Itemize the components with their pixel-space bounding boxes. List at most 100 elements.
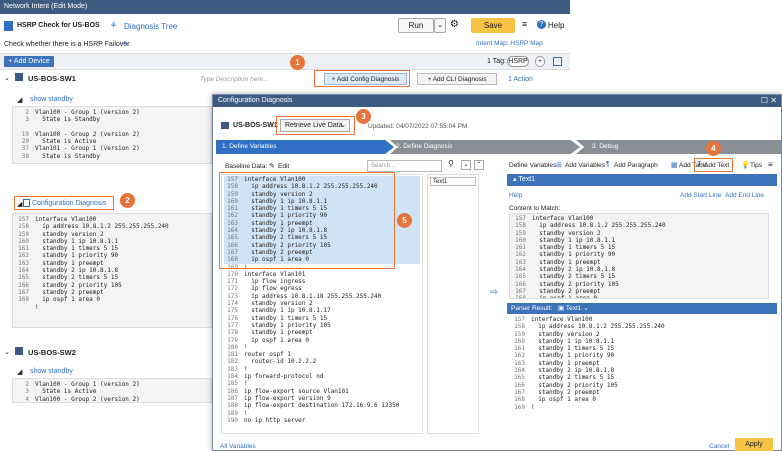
add-tag-button[interactable]: + (535, 56, 545, 67)
menu-icon[interactable]: ≡ (522, 19, 527, 29)
tag-settings-icon[interactable] (553, 57, 562, 66)
help-link[interactable]: Help (548, 21, 564, 30)
line-number: 164 (515, 266, 526, 274)
code-line: 167 standby 2 preempt (512, 288, 766, 295)
action-count-link[interactable]: 1 Action (508, 76, 533, 83)
code-line: 190 no ip http server (224, 417, 420, 424)
dialog-window-controls[interactable]: ☐ ✕ (761, 96, 777, 105)
line-number: 188 (227, 402, 238, 410)
line-text: ip flow ingress (244, 278, 306, 286)
content-to-match-label: Content to Match: (509, 205, 561, 212)
line-text: Vlan100 - Group 1 (version 2) (35, 381, 140, 388)
line-text: standby 1 ip 10.8.1.1 (531, 337, 615, 345)
line-number: 168 (18, 296, 29, 304)
add-table-icon[interactable]: ▦ (671, 161, 678, 169)
parser-result-select[interactable]: Text1 (566, 305, 582, 312)
line-text: standby version 2 (244, 300, 313, 308)
content-match-code: 157 interface Vlan100 158 ip address 10.8.… (509, 213, 769, 299)
tips-link[interactable]: Tips (750, 162, 762, 169)
step-define-variables[interactable]: 1. Define Variables (216, 140, 394, 154)
menu-icon-2[interactable]: ≡ (768, 160, 773, 169)
line-number: 165 (18, 274, 29, 282)
code-line: 160 standby 1 ip 10.8.1.1 (15, 238, 209, 245)
gear-icon[interactable]: ⚙ (450, 19, 459, 30)
code-line: 187 ip flow-export version 9 (224, 395, 420, 402)
line-number: 180 (227, 343, 238, 351)
line-text: ip flow-export version 9 (244, 394, 331, 402)
line-number: 168 (514, 396, 525, 404)
edit-pencil-icon[interactable]: ✎ (123, 40, 129, 48)
all-variables-link[interactable]: All Variables (220, 443, 256, 450)
add-variables-icon[interactable]: ⊞ (556, 161, 562, 169)
line-number: 162 (18, 252, 29, 260)
dialog-device-name: US-BOS-SW1 (233, 122, 278, 129)
line-text: standby 1 priority 90 (531, 352, 615, 360)
tag-chip[interactable]: HSRP (507, 56, 529, 67)
window-title-bar: Network Intent (Edit Mode) (0, 0, 570, 14)
text1-header[interactable]: ▴ Text1 (507, 174, 777, 186)
line-number: 38 (21, 152, 29, 160)
add-device-button[interactable]: + Add Device (4, 56, 54, 67)
line-text: interface Vlan101 (244, 270, 306, 278)
line-text: standby 2 timers 5 15 (532, 273, 616, 281)
line-number: 19 (21, 130, 29, 138)
run-dropdown-icon[interactable]: ⌄ (434, 18, 446, 33)
down-icon[interactable]: ⌄ (461, 160, 471, 170)
line-text: standby 2 preempt (35, 288, 104, 296)
code-line: 165 standby 2 timers 5 15 (511, 374, 767, 381)
add-cli-diagnosis-button[interactable]: + Add CLI Diagnosis (417, 73, 497, 85)
line-number: 163 (515, 258, 526, 266)
diagnosis-tree-link[interactable]: Diagnosis Tree (124, 22, 177, 31)
add-paragraph-icon[interactable]: ¶ (606, 161, 610, 168)
callout-box-5 (219, 172, 395, 269)
help-link-2[interactable]: Help (509, 192, 522, 199)
line-text: ip ospf 1 area 0 (531, 396, 597, 404)
dialog-title: Configuration Diagnosis (213, 95, 781, 107)
line-number: 168 (515, 295, 526, 299)
add-paragraph-button[interactable]: Add Paragraph (614, 162, 658, 169)
baseline-label: Baseline Data: (225, 163, 268, 170)
edit-pencil-icon-2[interactable]: ✎ (269, 162, 275, 170)
search-input[interactable]: Search... (367, 160, 442, 172)
code-line: 168 ip ospf 1 area 0 (512, 295, 766, 299)
collapse-icon[interactable]: ⌄ (4, 74, 10, 82)
device2-show-standby-link[interactable]: show standby (30, 368, 73, 375)
save-button[interactable]: Save (471, 18, 515, 33)
step-define-diagnosis[interactable]: 2. Define Diagnosis (390, 140, 580, 154)
line-text: router-id 10.2.2.2 (244, 358, 317, 366)
code-line: 181 router ospf 1 (224, 351, 420, 358)
collapse-icon-2[interactable]: ⌄ (4, 348, 10, 356)
text1-tag[interactable]: Text1 (430, 177, 476, 186)
run-button[interactable]: Run (398, 18, 434, 33)
tree-icon: ⚘ (110, 21, 118, 30)
code-line: 166 standby 2 priority 105 (512, 281, 766, 288)
line-number: 3 (25, 388, 29, 396)
help-icon[interactable]: ? (537, 20, 546, 29)
edit-link[interactable]: Edit (278, 163, 289, 170)
intent-map-link[interactable]: Intent Map: HSRP Map (476, 40, 543, 47)
line-number: 165 (515, 273, 526, 281)
code-line: 188 ip flow-export destination 172.16.9.6… (224, 402, 420, 409)
add-end-line-link[interactable]: Add End Line (725, 192, 764, 199)
step-debug[interactable]: 3. Debug (576, 140, 781, 154)
device1-show-standby-link[interactable]: show standby (30, 96, 73, 103)
add-variables-button[interactable]: Add Variables (565, 162, 605, 169)
apply-button[interactable]: Apply (735, 438, 773, 451)
code-line: 185! (224, 380, 420, 387)
line-text: ip ospf 1 area 0 (35, 296, 101, 304)
line-number: 185 (227, 380, 238, 388)
description-input[interactable]: Type Description here... (200, 76, 269, 83)
code-line: 3 State is Standby (15, 116, 209, 123)
callout-box-3 (276, 116, 355, 135)
line-text: ! (244, 343, 248, 351)
cancel-button[interactable]: Cancel (709, 443, 729, 450)
line-text: ip forward-protocol nd (244, 373, 324, 381)
search-icon[interactable]: ⚲ (448, 159, 454, 168)
tag-label: 1 Tag: (487, 58, 506, 65)
line-text: ip address 10.8.1.18 255.255.255.240 (244, 292, 382, 300)
switch-icon (15, 73, 23, 81)
add-start-line-link[interactable]: Add Start Line (680, 192, 721, 199)
line-text: ! (244, 380, 248, 388)
code-line: 162 standby 1 priority 90 (15, 252, 209, 259)
up-icon[interactable]: ⌃ (474, 160, 484, 170)
